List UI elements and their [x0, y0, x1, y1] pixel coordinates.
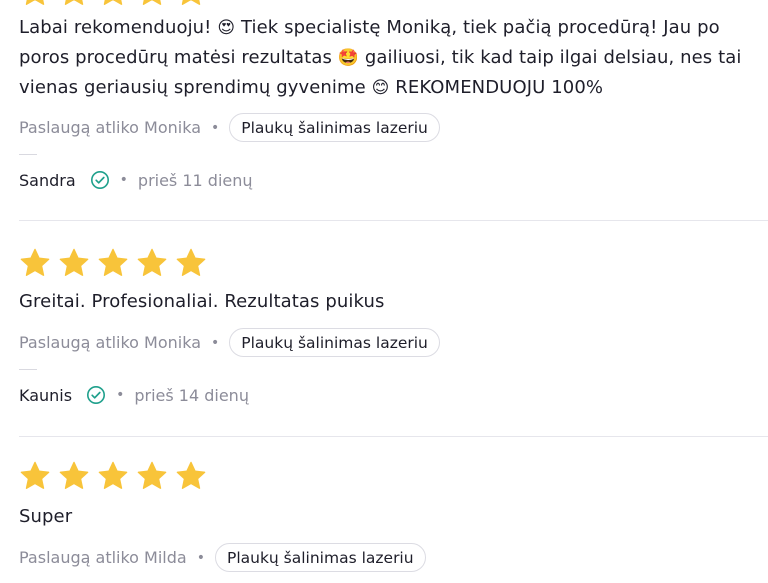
short-divider: [19, 369, 37, 370]
review-divider: [19, 436, 768, 437]
heart-eyes-emoji: 😍: [217, 18, 236, 38]
reviews-page: Labai rekomenduoju! 😍 Tiek specialistę M…: [0, 0, 768, 583]
star-icon: [136, 0, 168, 8]
verified-check-icon: [86, 385, 106, 405]
star-icon: [175, 247, 207, 279]
review-text: Greitai. Profesionaliai. Rezultatas puik…: [19, 291, 385, 312]
star-icon: [136, 460, 168, 492]
star-icon: [58, 460, 90, 492]
review-text-part: REKOMENDUOJU 100%: [389, 77, 604, 98]
performed-by: Paslaugą atliko Monika: [19, 118, 202, 137]
star-icon: [97, 0, 129, 8]
performed-by: Paslaugą atliko Milda: [19, 548, 187, 567]
author-name: Sandra: [19, 170, 76, 190]
review-text: Super: [19, 506, 73, 527]
review-date: prieš 11 dienų: [137, 170, 253, 190]
review-meta: Paslaugą atliko Monika • Plaukų šalinima…: [19, 328, 440, 357]
star-icon: [19, 247, 51, 279]
star-struck-emoji: 🤩: [337, 48, 360, 68]
separator-dot: •: [116, 387, 125, 403]
separator-dot: •: [211, 119, 220, 136]
service-chip[interactable]: Plaukų šalinimas lazeriu: [229, 328, 440, 357]
rating-stars: [19, 247, 207, 279]
rating-stars: [19, 0, 207, 8]
verified-check-icon: [90, 170, 110, 190]
star-icon: [136, 247, 168, 279]
service-chip[interactable]: Plaukų šalinimas lazeriu: [214, 543, 426, 572]
review-meta: Paslaugą atliko Milda • Plaukų šalinimas…: [19, 543, 426, 572]
star-icon: [19, 460, 51, 492]
separator-dot: •: [119, 172, 128, 188]
author-row: Kaunis • prieš 14 dienų: [19, 383, 249, 407]
author-name: Kaunis: [19, 385, 73, 405]
star-icon: [58, 0, 90, 8]
review-meta: Paslaugą atliko Monika • Plaukų šalinima…: [19, 113, 440, 142]
star-icon: [58, 247, 90, 279]
star-icon: [19, 0, 51, 8]
review-divider: [19, 220, 768, 221]
review-text: Labai rekomenduoju! 😍 Tiek specialistę M…: [19, 13, 749, 103]
separator-dot: •: [196, 549, 205, 566]
rating-stars: [19, 460, 207, 492]
review-date: prieš 14 dienų: [134, 385, 249, 405]
short-divider: [19, 154, 37, 155]
performed-by: Paslaugą atliko Monika: [19, 333, 202, 352]
author-row: Sandra • prieš 11 dienų: [19, 168, 253, 192]
star-icon: [97, 247, 129, 279]
star-icon: [175, 0, 207, 8]
star-icon: [175, 460, 207, 492]
smiling-emoji: 😊: [371, 78, 390, 98]
review-text-part: Labai rekomenduoju!: [19, 17, 218, 38]
separator-dot: •: [211, 334, 220, 351]
service-chip[interactable]: Plaukų šalinimas lazeriu: [229, 113, 440, 142]
star-icon: [97, 460, 129, 492]
